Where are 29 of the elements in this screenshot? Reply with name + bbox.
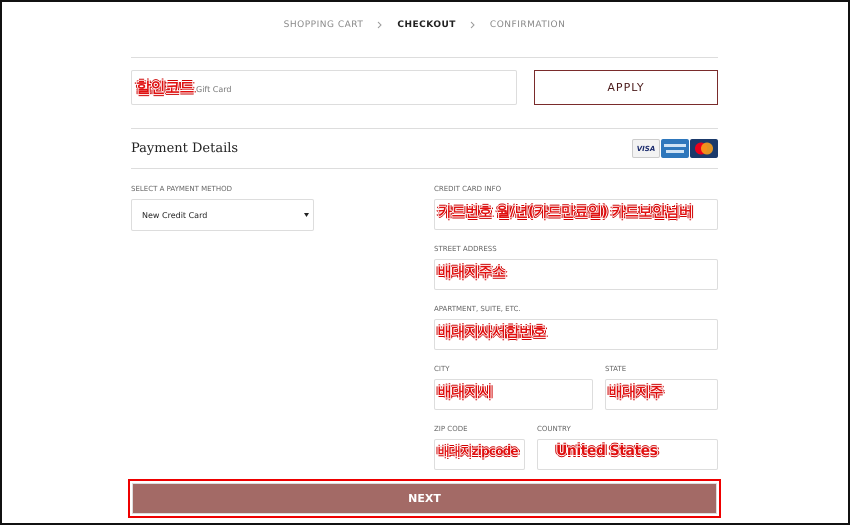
section-title: Payment Details bbox=[131, 141, 238, 156]
input-field[interactable]: 카드번호 월/년(카드만료일) 카드보안넘버 bbox=[434, 199, 718, 230]
annotation-label: 할인코드 bbox=[136, 78, 194, 97]
chevron-icon bbox=[470, 21, 476, 29]
annotation-label: 배대지시 bbox=[438, 383, 492, 401]
annotation-label: United States bbox=[556, 443, 658, 459]
annotation-label: 배대지zipcode bbox=[438, 443, 518, 460]
input-field[interactable]: 배대지zipcode bbox=[434, 439, 525, 470]
placeholder-text: Gift Card bbox=[196, 85, 232, 94]
breadcrumb-step[interactable]: SHOPPING CART bbox=[284, 20, 364, 30]
gift-card-field[interactable]: 할인코드 Gift Card bbox=[131, 70, 517, 105]
annotation-label: 배대지사서함번호 bbox=[438, 323, 546, 341]
annotation-label: 배대지주 bbox=[609, 383, 663, 401]
annotation-label: 배대지주소 bbox=[438, 263, 506, 281]
mastercard-logo bbox=[690, 139, 718, 158]
input-field[interactable]: 배대지주 bbox=[605, 379, 718, 410]
payment-method-select[interactable]: New Credit Card bbox=[131, 199, 314, 231]
annotation-label: 카드번호 월/년(카드만료일) 카드보안넘버 bbox=[438, 203, 693, 221]
apply-button[interactable]: APPLY bbox=[534, 70, 718, 105]
input-field[interactable]: United States bbox=[537, 439, 718, 470]
input-field[interactable]: 배대지시 bbox=[434, 379, 593, 410]
dropdown-arrow-icon bbox=[304, 213, 309, 217]
breadcrumb-step[interactable]: CONFIRMATION bbox=[490, 20, 566, 30]
breadcrumb-step[interactable]: CHECKOUT bbox=[397, 20, 456, 30]
next-button[interactable]: NEXT bbox=[131, 482, 718, 515]
amex-card-logo bbox=[661, 139, 689, 158]
chevron-icon bbox=[377, 21, 384, 29]
input-field[interactable]: 배대지주소 bbox=[434, 259, 718, 290]
input-field[interactable]: 배대지사서함번호 bbox=[434, 319, 718, 350]
